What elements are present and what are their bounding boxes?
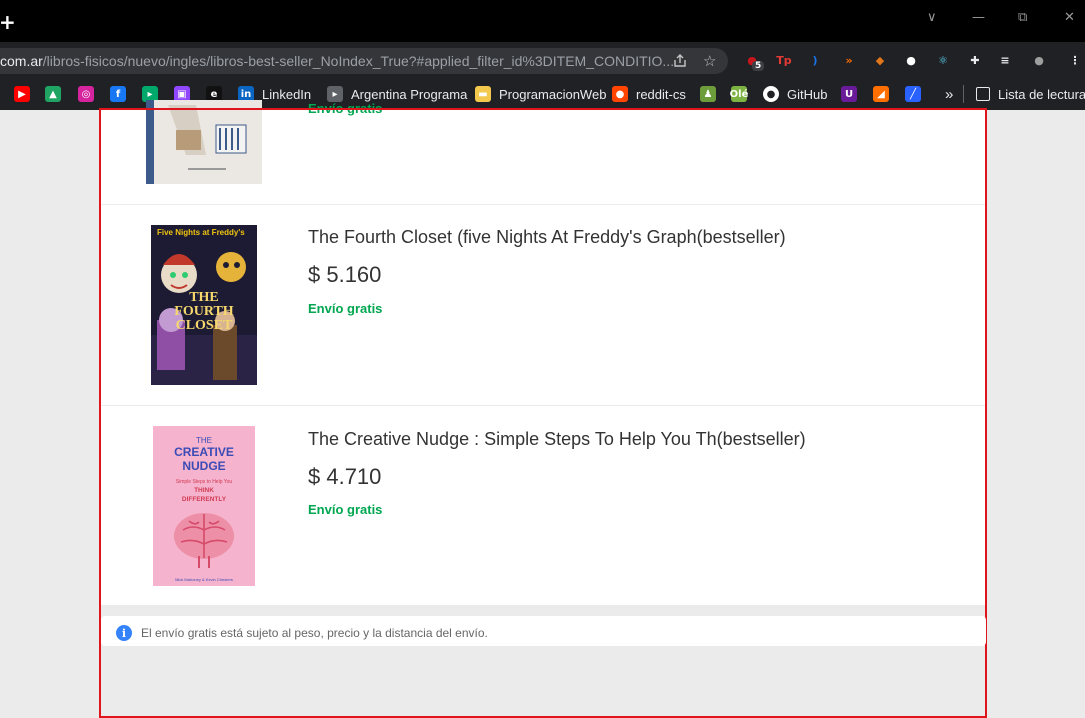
face-icon[interactable]: ● [902,51,920,69]
bookmark-item[interactable]: ◎ [78,85,94,103]
bookmark-item[interactable]: ▲ [45,85,61,103]
free-shipping-label: Envío gratis [308,101,383,116]
url-host: com.ar [0,53,43,69]
shipping-notice-text: El envío gratis está sujeto al peso, pre… [141,626,488,640]
reading-list-button[interactable]: Lista de lectura [976,85,1085,103]
cover-title-line: CLOSET [176,318,233,333]
product-list: Envío gratis Five Nights at Freddy's THE… [101,100,986,605]
product-price: $ 4.710 [308,464,382,489]
close-window-icon[interactable]: ✕ [1064,10,1075,25]
puzzle-icon[interactable]: ✚ [966,51,984,69]
reading-list-icon[interactable]: ≡ [996,51,1014,69]
browser-title-bar: + ∨ — ⧉ ✕ [0,0,1085,42]
tp-icon[interactable]: Tp [775,51,793,69]
cover-title-line: NUDGE [182,459,225,473]
extension-glyph: ● [906,53,916,67]
extension-glyph: ◆ [875,53,885,67]
extension-glyph: ✚ [970,53,980,67]
extension-glyph: ≡ [1000,53,1010,67]
shipping-notice: i El envío gratis está sujeto al peso, p… [101,616,986,646]
browser-toolbar: com.ar/libros-fisicos/nuevo/ingles/libro… [0,42,1085,79]
info-icon: i [116,625,132,641]
cover-title-line: THE [189,290,219,305]
address-bar[interactable]: com.ar/libros-fisicos/nuevo/ingles/libro… [0,48,728,74]
cover-authors: Mick Mahoney & Kevin Chesters [175,577,233,582]
cover-subtitle: Simple Steps to Help You [176,479,233,485]
chevrons-icon[interactable]: » [840,51,858,69]
extension-glyph: ⚛ [938,53,948,67]
address-url[interactable]: com.ar/libros-fisicos/nuevo/ingles/libro… [0,53,674,69]
product-image[interactable] [146,100,262,184]
cover-title-line: CREATIVE [174,445,234,459]
tab-search-icon[interactable]: ∨ [927,10,937,25]
profile-avatar-icon[interactable]: ● [1030,51,1048,69]
new-tab-button[interactable]: + [0,12,16,32]
product-item[interactable]: Five Nights at Freddy's THE FOURTH CLOSE… [101,204,986,406]
youtube-icon: ▶ [14,86,30,102]
ublock-icon[interactable]: ● 5 [743,51,765,71]
kebab-menu-icon[interactable]: ⋮ [1066,51,1084,69]
extension-badge: 5 [752,61,765,71]
react-devtools-icon[interactable]: ⚛ [934,51,952,69]
extension-glyph: ● [1034,53,1044,67]
reading-list-icon [976,87,990,101]
cover-title-line: THE [196,436,212,445]
product-price: $ 5.160 [308,262,382,287]
extension-glyph: Tp [776,53,792,67]
product-title[interactable]: The Creative Nudge : Simple Steps To Hel… [308,429,806,450]
google-drive-icon: ▲ [45,86,61,102]
free-shipping-label: Envío gratis [308,301,383,316]
free-shipping-label: Envío gratis [308,502,383,517]
minimize-icon[interactable]: — [972,10,985,25]
share-icon[interactable] [672,53,688,73]
star-icon[interactable]: ☆ [703,52,716,70]
reading-list-label: Lista de lectura [998,86,1085,102]
instagram-icon: ◎ [78,86,94,102]
cover-emphasis: DIFFERENTLY [182,496,227,503]
bookmark-item[interactable]: ▶ [14,85,30,103]
product-image[interactable]: THE CREATIVE NUDGE Simple Steps to Help … [153,426,255,586]
page-content: Envío gratis Five Nights at Freddy's THE… [0,100,1085,718]
url-path: /libros-fisicos/nuevo/ingles/libros-best… [42,53,675,69]
cover-emphasis: THINK [194,487,214,494]
extension-glyph: ) [812,53,818,67]
restore-icon[interactable]: ⧉ [1018,10,1027,25]
product-image[interactable]: Five Nights at Freddy's THE FOURTH CLOSE… [151,225,257,385]
extension-glyph: » [845,53,853,67]
metamask-icon[interactable]: ◆ [871,51,889,69]
product-title[interactable]: The Fourth Closet (five Nights At Freddy… [308,227,786,248]
wave-icon[interactable]: ) [806,51,824,69]
product-item[interactable]: Envío gratis [101,100,986,205]
extension-glyph: ⋮ [1069,53,1081,67]
product-item[interactable]: THE CREATIVE NUDGE Simple Steps to Help … [101,406,986,605]
cover-series-text: Five Nights at Freddy's [157,228,245,237]
cover-title-line: FOURTH [174,304,234,319]
